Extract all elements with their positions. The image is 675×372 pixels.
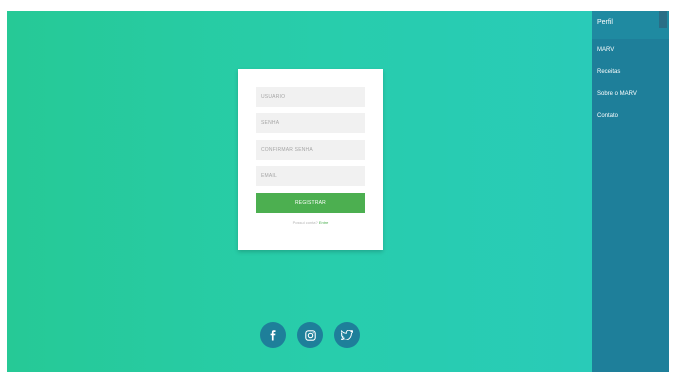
confirm-password-input[interactable]: [256, 140, 365, 160]
sidebar-toggle-button[interactable]: [659, 11, 667, 28]
page: REGISTRAR Possui conta? Entre: [7, 11, 669, 372]
facebook-icon: [270, 329, 276, 341]
username-input[interactable]: [256, 87, 365, 107]
sidebar-item-sobre-o-marv[interactable]: Sobre o MARV: [597, 91, 637, 113]
twitter-button[interactable]: [334, 322, 360, 348]
instagram-button[interactable]: [297, 322, 323, 348]
main-area: REGISTRAR Possui conta? Entre: [7, 11, 592, 372]
sidebar-title: Perfil: [597, 19, 613, 26]
register-card: REGISTRAR Possui conta? Entre: [238, 69, 383, 250]
login-prompt: Possui conta? Entre: [238, 220, 383, 225]
sidebar-item-receitas[interactable]: Receitas: [597, 69, 637, 91]
instagram-icon: [304, 329, 316, 341]
password-input[interactable]: [256, 113, 365, 133]
login-link[interactable]: Entre: [319, 220, 329, 225]
register-button[interactable]: REGISTRAR: [256, 193, 365, 213]
login-prompt-text: Possui conta?: [292, 220, 318, 225]
sidebar-nav: MARV Receitas Sobre o MARV Contato: [597, 47, 637, 135]
email-input[interactable]: [256, 166, 365, 186]
sidebar-item-contato[interactable]: Contato: [597, 113, 637, 135]
sidebar: Perfil MARV Receitas Sobre o MARV Contat…: [592, 11, 669, 372]
facebook-button[interactable]: [260, 322, 286, 348]
twitter-icon: [341, 330, 353, 340]
sidebar-item-marv[interactable]: MARV: [597, 47, 637, 69]
sidebar-header: Perfil: [592, 11, 669, 39]
